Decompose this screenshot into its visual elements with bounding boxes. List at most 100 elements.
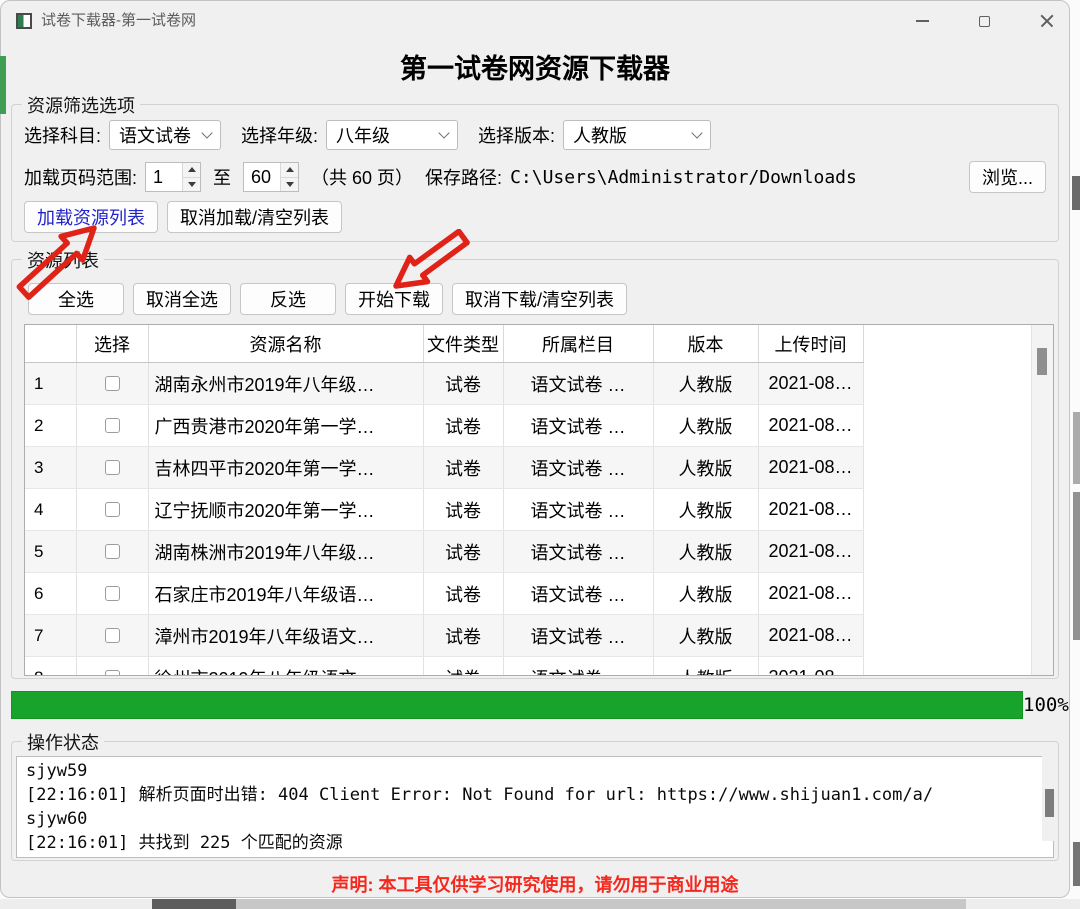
log-line: [22:16:01] 共找到 225 个匹配的资源: [26, 831, 1029, 855]
status-log-textarea[interactable]: sjyw59 [22:16:01] 解析页面时出错: 404 Client Er…: [16, 756, 1054, 858]
spin-up-button[interactable]: [281, 163, 298, 178]
table-row[interactable]: 6 石家庄市2019年八年级语… 试卷 语文试卷 … 人教版 2021-08…: [25, 573, 863, 615]
close-icon: [1040, 14, 1054, 28]
cancel-load-button[interactable]: 取消加载/清空列表: [167, 201, 342, 233]
row-select-cell: [76, 363, 148, 405]
row-number: 3: [25, 447, 76, 489]
page-from-spinbox[interactable]: 1: [145, 162, 201, 192]
table-row[interactable]: 7 漳州市2019年八年级语文… 试卷 语文试卷 … 人教版 2021-08…: [25, 615, 863, 657]
upload-date-cell: 2021-08…: [758, 405, 863, 447]
edition-cell: 人教版: [653, 531, 758, 573]
log-line: sjyw59: [26, 759, 1029, 783]
log-vertical-scrollbar[interactable]: [1042, 743, 1057, 841]
close-button[interactable]: [1024, 1, 1070, 41]
background-artifact: [0, 56, 6, 114]
annotation-arrow-load-icon: [3, 215, 115, 305]
upload-date-cell: 2021-08…: [758, 489, 863, 531]
spin-down-button[interactable]: [183, 178, 200, 192]
scrollbar-thumb[interactable]: [1037, 348, 1047, 375]
column-header-filetype[interactable]: 文件类型: [423, 325, 503, 363]
column-header-select[interactable]: 选择: [76, 325, 148, 363]
row-checkbox[interactable]: [105, 628, 120, 643]
row-checkbox[interactable]: [105, 460, 120, 475]
column-header-category[interactable]: 所属栏目: [503, 325, 653, 363]
list-actions-row: 全选 取消全选 反选 开始下载 取消下载/清空列表: [28, 283, 627, 315]
resource-name-cell: 漳州市2019年八年级语文…: [148, 615, 423, 657]
spin-buttons: [280, 163, 298, 191]
to-label: 至: [213, 164, 231, 190]
row-select-cell: [76, 447, 148, 489]
progress-percent-label: 100%: [1023, 691, 1069, 719]
grade-combobox[interactable]: 八年级: [326, 120, 458, 150]
resource-name-cell: 吉林四平市2020年第一学…: [148, 447, 423, 489]
row-checkbox[interactable]: [105, 670, 120, 676]
invert-selection-button[interactable]: 反选: [240, 283, 336, 315]
edition-label: 选择版本:: [478, 122, 555, 148]
table-header-row: 选择 资源名称 文件类型 所属栏目 版本 上传时间: [25, 325, 863, 363]
category-cell: 语文试卷 …: [503, 573, 653, 615]
scrollbar-thumb[interactable]: [1045, 789, 1054, 817]
row-number: 6: [25, 573, 76, 615]
table-row[interactable]: 1 湖南永州市2019年八年级… 试卷 语文试卷 … 人教版 2021-08…: [25, 363, 863, 405]
resource-name-cell: 徐州市2019年八年级语文…: [148, 657, 423, 677]
filter-groupbox: 资源筛选选项 选择科目: 语文试卷 选择年级: 八年级 选择版本: 人教版 加载…: [11, 104, 1059, 242]
chevron-down-icon: [691, 127, 702, 138]
minimize-icon: [916, 20, 929, 22]
row-select-cell: [76, 531, 148, 573]
table-row[interactable]: 3 吉林四平市2020年第一学… 试卷 语文试卷 … 人教版 2021-08…: [25, 447, 863, 489]
file-type-cell: 试卷: [423, 573, 503, 615]
upload-date-cell: 2021-08…: [758, 573, 863, 615]
edition-cell: 人教版: [653, 573, 758, 615]
edition-combobox[interactable]: 人教版: [563, 120, 711, 150]
title-bar[interactable]: 试卷下载器-第一试卷网: [1, 1, 1069, 41]
deselect-all-button[interactable]: 取消全选: [133, 283, 231, 315]
edition-cell: 人教版: [653, 657, 758, 677]
row-number: 8: [25, 657, 76, 677]
scrollbar-thumb[interactable]: [152, 899, 236, 909]
column-header-edition[interactable]: 版本: [653, 325, 758, 363]
spin-up-button[interactable]: [183, 163, 200, 178]
resource-name-cell: 湖南永州市2019年八年级…: [148, 363, 423, 405]
filter-group-legend: 资源筛选选项: [22, 92, 140, 118]
subject-combobox[interactable]: 语文试卷: [109, 120, 221, 150]
page-horizontal-scrollbar[interactable]: [0, 899, 1080, 909]
row-checkbox[interactable]: [105, 418, 120, 433]
category-cell: 语文试卷 …: [503, 657, 653, 677]
row-checkbox[interactable]: [105, 502, 120, 517]
category-cell: 语文试卷 …: [503, 531, 653, 573]
page-to-spinbox[interactable]: 60: [243, 162, 299, 192]
file-type-cell: 试卷: [423, 363, 503, 405]
page-from-value: 1: [146, 163, 182, 191]
table-row[interactable]: 2 广西贵港市2020年第一学… 试卷 语文试卷 … 人教版 2021-08…: [25, 405, 863, 447]
edition-cell: 人教版: [653, 363, 758, 405]
table-vertical-scrollbar[interactable]: [1031, 325, 1053, 675]
table-row[interactable]: 5 湖南株洲市2019年八年级… 试卷 语文试卷 … 人教版 2021-08…: [25, 531, 863, 573]
category-cell: 语文试卷 …: [503, 447, 653, 489]
background-artifact: [1073, 492, 1080, 640]
edition-cell: 人教版: [653, 447, 758, 489]
row-checkbox[interactable]: [105, 544, 120, 559]
chevron-down-icon: [438, 127, 449, 138]
row-select-cell: [76, 615, 148, 657]
row-checkbox[interactable]: [105, 376, 120, 391]
download-progress-bar: [11, 691, 1023, 719]
table-row[interactable]: 8 徐州市2019年八年级语文… 试卷 语文试卷 … 人教版 2021-08…: [25, 657, 863, 677]
row-select-cell: [76, 405, 148, 447]
spin-down-button[interactable]: [281, 178, 298, 192]
subject-label: 选择科目:: [24, 122, 101, 148]
row-select-cell: [76, 489, 148, 531]
minimize-button[interactable]: [899, 1, 945, 41]
spin-buttons: [182, 163, 200, 191]
row-checkbox[interactable]: [105, 586, 120, 601]
maximize-button[interactable]: [961, 1, 1007, 41]
category-cell: 语文试卷 …: [503, 615, 653, 657]
table-row[interactable]: 4 辽宁抚顺市2020年第一学… 试卷 语文试卷 … 人教版 2021-08…: [25, 489, 863, 531]
file-type-cell: 试卷: [423, 405, 503, 447]
subject-value: 语文试卷: [119, 122, 191, 148]
status-groupbox: 操作状态 sjyw59 [22:16:01] 解析页面时出错: 404 Clie…: [11, 741, 1059, 861]
edition-value: 人教版: [573, 122, 627, 148]
file-type-cell: 试卷: [423, 489, 503, 531]
column-header-name[interactable]: 资源名称: [148, 325, 423, 363]
column-header-date[interactable]: 上传时间: [758, 325, 863, 363]
browse-button[interactable]: 浏览...: [969, 161, 1046, 193]
